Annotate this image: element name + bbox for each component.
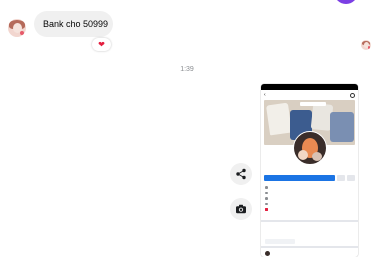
share-button[interactable] xyxy=(230,163,252,185)
screenshot-divider xyxy=(261,220,358,222)
shared-screenshot-image[interactable]: ‹ xyxy=(261,84,358,257)
contact-avatar[interactable] xyxy=(8,19,26,37)
message-text: Bank cho 50999 xyxy=(43,19,109,29)
screenshot-info-list xyxy=(265,185,353,212)
corner-accent xyxy=(334,0,358,4)
reaction-emoji: ❤ xyxy=(98,39,105,49)
camera-button[interactable] xyxy=(230,198,252,220)
screenshot-divider xyxy=(261,246,358,248)
heart-reaction-icon[interactable]: ❤ xyxy=(92,38,111,51)
message-bubble[interactable]: Bank cho 50999 xyxy=(34,11,113,37)
screenshot-profile-picture xyxy=(293,131,327,165)
message-timestamp: 1:39 xyxy=(180,66,194,73)
seen-indicator-avatar xyxy=(361,40,371,50)
screenshot-top-bar: ‹ xyxy=(261,90,358,100)
share-icon xyxy=(236,168,246,180)
camera-icon xyxy=(236,204,246,214)
search-icon xyxy=(350,92,355,98)
screenshot-section-row xyxy=(265,239,295,244)
screenshot-post-row xyxy=(265,250,353,257)
screenshot-action-buttons xyxy=(264,175,355,181)
back-arrow-icon: ‹ xyxy=(264,91,266,98)
